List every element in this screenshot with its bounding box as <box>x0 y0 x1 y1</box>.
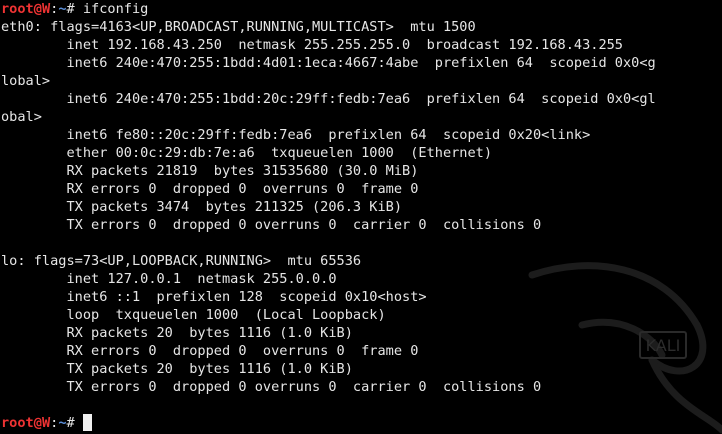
prompt-host: W <box>41 415 51 431</box>
prompt-host: W <box>41 1 51 17</box>
prompt-path: ~ <box>58 1 67 17</box>
prompt-user: root <box>1 1 34 17</box>
output-line: RX errors 0 dropped 0 overruns 0 frame 0 <box>1 181 419 197</box>
terminal-output: root@W:~# ifconfig eth0: flags=4163<UP,B… <box>1 0 722 432</box>
output-line: inet 127.0.0.1 netmask 255.0.0.0 <box>1 271 337 287</box>
output-line: inet6 240e:470:255:1bdd:20c:29ff:fedb:7e… <box>1 91 656 107</box>
prompt-at: @ <box>33 1 42 17</box>
prompt-at: @ <box>33 415 42 431</box>
output-line: ether 00:0c:29:db:7e:a6 txqueuelen 1000 … <box>1 145 493 161</box>
output-line: RX errors 0 dropped 0 overruns 0 frame 0 <box>1 343 419 359</box>
prompt-symbol: # <box>66 415 83 431</box>
output-line: inet6 fe80::20c:29ff:fedb:7ea6 prefixlen… <box>1 127 591 143</box>
output-line: TX errors 0 dropped 0 overruns 0 carrier… <box>1 217 542 233</box>
prompt-path: ~ <box>58 415 67 431</box>
output-line: obal> <box>1 109 42 125</box>
prompt-user: root <box>1 415 34 431</box>
output-line: RX packets 20 bytes 1116 (1.0 KiB) <box>1 325 353 341</box>
terminal-window[interactable]: KALI root@W:~# ifconfig eth0: flags=4163… <box>0 0 722 434</box>
active-prompt-line[interactable]: root@W:~# <box>1 414 722 432</box>
command-text: ifconfig <box>82 1 149 17</box>
output-line: loop txqueuelen 1000 (Local Loopback) <box>1 307 386 323</box>
output-line: RX packets 21819 bytes 31535680 (30.0 Mi… <box>1 163 419 179</box>
output-line: TX errors 0 dropped 0 overruns 0 carrier… <box>1 379 542 395</box>
command-output: eth0: flags=4163<UP,BROADCAST,RUNNING,MU… <box>1 18 722 414</box>
command-line: root@W:~# ifconfig <box>1 0 722 18</box>
text-cursor[interactable] <box>82 414 92 431</box>
output-line: inet 192.168.43.250 netmask 255.255.255.… <box>1 37 623 53</box>
output-line: inet6 240e:470:255:1bdd:4d01:1eca:4667:4… <box>1 55 656 71</box>
output-line: lo: flags=73<UP,LOOPBACK,RUNNING> mtu 65… <box>1 253 362 269</box>
output-line: inet6 ::1 prefixlen 128 scopeid 0x10<hos… <box>1 289 427 305</box>
output-line: eth0: flags=4163<UP,BROADCAST,RUNNING,MU… <box>1 19 476 35</box>
output-line: TX packets 20 bytes 1116 (1.0 KiB) <box>1 361 353 377</box>
output-line: TX packets 3474 bytes 211325 (206.3 KiB) <box>1 199 403 215</box>
prompt-symbol: # <box>66 1 83 17</box>
output-line: lobal> <box>1 73 51 89</box>
